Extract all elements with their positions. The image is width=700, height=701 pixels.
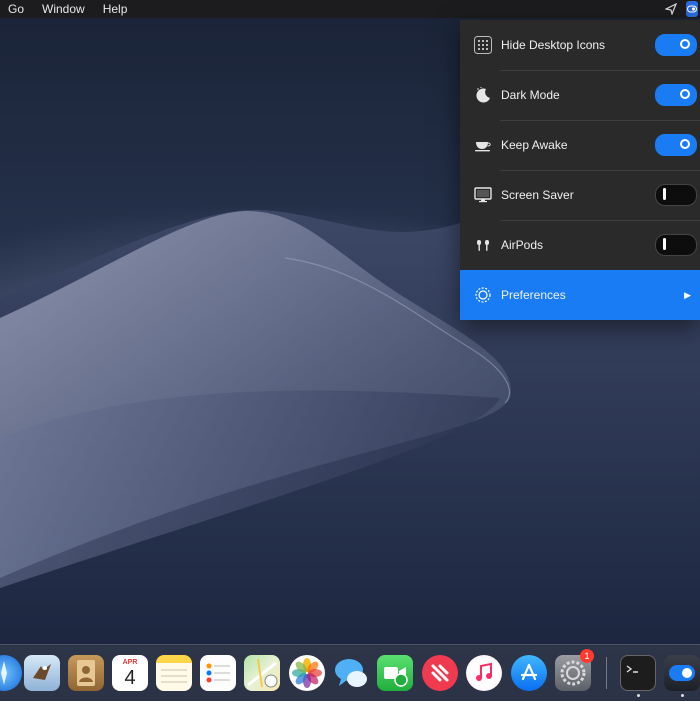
toggle-knob xyxy=(663,188,666,200)
airpods-icon xyxy=(473,235,493,255)
preferences-label: Preferences xyxy=(501,288,566,302)
menu-help[interactable]: Help xyxy=(95,0,138,18)
coffee-cup-icon xyxy=(473,135,493,155)
menu-bar: Go Window Help xyxy=(0,0,700,18)
reminders-icon[interactable] xyxy=(200,655,236,691)
dock: APR 4 xyxy=(0,644,700,701)
toggle-knob xyxy=(680,89,690,99)
toggle-knob xyxy=(680,139,690,149)
calendar-month: APR xyxy=(122,658,138,666)
moon-icon xyxy=(473,85,493,105)
chevron-right-icon: ▶ xyxy=(684,289,691,300)
one-switch-panel: Hide Desktop Icons Dark Mode Keep Awake … xyxy=(460,20,700,320)
row-hide-desktop-icons[interactable]: Hide Desktop Icons xyxy=(460,20,700,70)
row-dark-mode[interactable]: Dark Mode xyxy=(460,70,700,120)
gear-icon xyxy=(473,285,493,305)
keep-awake-toggle[interactable] xyxy=(655,134,697,156)
toggle-knob xyxy=(680,39,690,49)
notes-icon[interactable] xyxy=(156,655,192,691)
row-screen-saver[interactable]: Screen Saver xyxy=(460,170,700,220)
menu-go[interactable]: Go xyxy=(0,0,34,18)
status-area xyxy=(664,0,700,18)
contacts-icon[interactable] xyxy=(68,655,104,691)
preferences-item[interactable]: Preferences ▶ xyxy=(460,270,700,320)
monitor-icon xyxy=(473,185,493,205)
facetime-icon[interactable] xyxy=(377,655,413,691)
one-switch-icon[interactable] xyxy=(686,1,698,17)
one-switch-icon[interactable] xyxy=(664,655,700,691)
messages-icon[interactable] xyxy=(333,655,369,691)
running-indicator xyxy=(637,694,640,697)
app-store-icon[interactable] xyxy=(511,655,547,691)
grid-icon xyxy=(473,35,493,55)
maps-icon[interactable] xyxy=(244,655,280,691)
row-label: Screen Saver xyxy=(501,188,574,202)
news-icon[interactable] xyxy=(422,655,458,691)
music-icon[interactable] xyxy=(466,655,502,691)
safari-icon[interactable] xyxy=(0,655,22,691)
row-airpods[interactable]: AirPods xyxy=(460,220,700,270)
calendar-day: 4 xyxy=(124,666,136,689)
toggle-knob xyxy=(663,238,666,250)
running-indicator xyxy=(681,694,684,697)
row-label: Hide Desktop Icons xyxy=(501,38,606,52)
terminal-icon[interactable] xyxy=(620,655,656,691)
airpods-toggle[interactable] xyxy=(655,234,697,256)
navigation-icon[interactable] xyxy=(664,2,678,16)
hide-desktop-icons-toggle[interactable] xyxy=(655,34,697,56)
row-label: Keep Awake xyxy=(501,138,568,152)
calendar-icon[interactable]: APR 4 xyxy=(112,655,148,691)
mail-icon[interactable] xyxy=(24,655,60,691)
screen-saver-toggle[interactable] xyxy=(655,184,697,206)
menu-window[interactable]: Window xyxy=(34,0,95,18)
row-keep-awake[interactable]: Keep Awake xyxy=(460,120,700,170)
notification-badge: 1 xyxy=(580,649,594,663)
row-label: AirPods xyxy=(501,238,544,252)
row-label: Dark Mode xyxy=(501,88,560,102)
dock-separator xyxy=(606,657,607,689)
photos-icon[interactable] xyxy=(289,655,325,691)
dark-mode-toggle[interactable] xyxy=(655,84,697,106)
